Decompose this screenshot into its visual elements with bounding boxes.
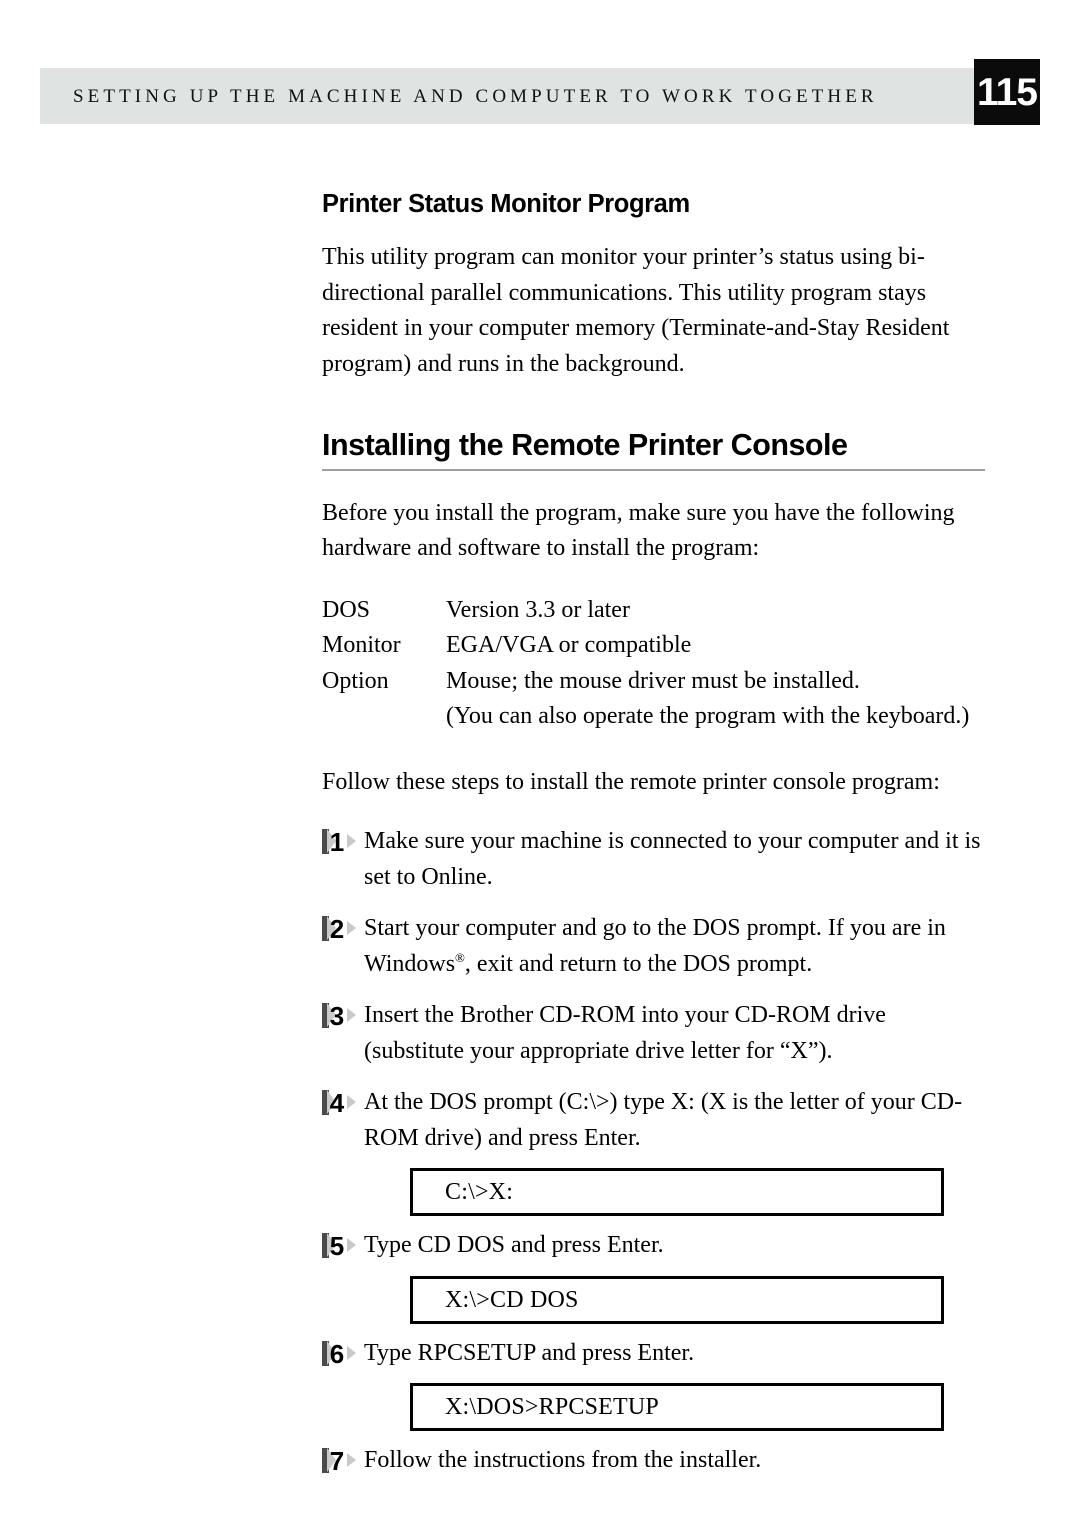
step-text-after: , exit and return to the DOS prompt. xyxy=(464,950,813,977)
dos-command-text: X:\>CD DOS xyxy=(445,1286,579,1313)
step-text: Make sure your machine is connected to y… xyxy=(364,828,981,890)
remote-console-section: Installing the Remote Printer Console xyxy=(322,428,988,471)
requirement-value: (You can also operate the program with t… xyxy=(446,703,970,730)
requirement-value: Version 3.3 or later xyxy=(446,596,630,623)
installation-steps: 1 Make sure your machine is connected to… xyxy=(322,824,988,1479)
step-number-marker-icon: 5 xyxy=(322,1231,360,1261)
step-number: 6 xyxy=(329,1338,345,1369)
step-number: 5 xyxy=(329,1231,345,1262)
page-content: Printer Status Monitor Program This util… xyxy=(322,190,988,1495)
dos-command-text: C:\>X: xyxy=(445,1179,514,1206)
list-item: 5 Type CD DOS and press Enter. xyxy=(322,1228,988,1264)
step-text: Start your computer and go to the DOS pr… xyxy=(364,915,946,977)
printer-status-monitor-paragraph: This utility program can monitor your pr… xyxy=(322,244,950,377)
dos-command-box: X:\DOS>RPCSETUP xyxy=(410,1383,944,1432)
step-text: Follow the instructions from the install… xyxy=(364,1447,762,1474)
list-item: 2 Start your computer and go to the DOS … xyxy=(322,911,988,982)
list-item: 3 Insert the Brother CD-ROM into your CD… xyxy=(322,998,988,1069)
step-text: At the DOS prompt (C:\>) type X: (X is t… xyxy=(364,1089,963,1151)
printer-status-monitor-heading: Printer Status Monitor Program xyxy=(322,190,690,218)
requirement-label: DOS xyxy=(322,596,371,623)
requirement-label xyxy=(322,699,446,735)
registered-mark-icon: ® xyxy=(455,949,465,965)
step-number-marker-icon: 6 xyxy=(322,1339,360,1369)
step-number: 4 xyxy=(329,1088,345,1119)
steps-intro: Follow these steps to install the remote… xyxy=(322,768,940,795)
step-text: Type CD DOS and press Enter. xyxy=(364,1232,664,1259)
list-item: 7 Follow the instructions from the insta… xyxy=(322,1443,988,1479)
step-number-marker-icon: 7 xyxy=(322,1446,360,1476)
table-row: DOS Version 3.3 or later xyxy=(322,593,969,629)
step-number-marker-icon: 3 xyxy=(322,1001,360,1031)
remote-console-heading: Installing the Remote Printer Console xyxy=(322,428,848,463)
step-number-marker-icon: 2 xyxy=(322,914,360,944)
remote-console-intro: Before you install the program, make sur… xyxy=(322,499,955,562)
step-number: 3 xyxy=(329,1001,345,1032)
step-number-marker-icon: 4 xyxy=(322,1088,360,1118)
table-row: Monitor EGA/VGA or compatible xyxy=(322,628,969,664)
table-row: Option Mouse; the mouse driver must be i… xyxy=(322,664,969,700)
list-item: 6 Type RPCSETUP and press Enter. xyxy=(322,1336,988,1372)
step-number: 7 xyxy=(329,1446,345,1477)
table-row: (You can also operate the program with t… xyxy=(322,699,969,735)
step-text: Insert the Brother CD-ROM into your CD-R… xyxy=(364,1002,886,1064)
list-item: 4 At the DOS prompt (C:\>) type X: (X is… xyxy=(322,1085,988,1156)
requirement-label: Option xyxy=(322,667,389,694)
dos-command-text: X:\DOS>RPCSETUP xyxy=(445,1394,659,1421)
step-number: 2 xyxy=(329,914,345,945)
running-header: SETTING UP THE MACHINE AND COMPUTER TO W… xyxy=(40,59,1040,125)
list-item: 1 Make sure your machine is connected to… xyxy=(322,824,988,895)
step-number: 1 xyxy=(329,827,345,858)
requirements-table: DOS Version 3.3 or later Monitor EGA/VGA… xyxy=(322,593,969,735)
page-number-badge: 115 xyxy=(974,59,1040,125)
page-number: 115 xyxy=(977,70,1038,114)
heading-divider xyxy=(322,468,985,471)
dos-command-box: X:\>CD DOS xyxy=(410,1275,944,1324)
running-header-title: SETTING UP THE MACHINE AND COMPUTER TO W… xyxy=(73,85,878,107)
step-text: Type RPCSETUP and press Enter. xyxy=(364,1339,695,1366)
step-number-marker-icon: 1 xyxy=(322,827,360,857)
requirement-value: EGA/VGA or compatible xyxy=(446,632,692,659)
requirement-label: Monitor xyxy=(322,632,401,659)
dos-command-box: C:\>X: xyxy=(410,1168,944,1217)
requirement-value: Mouse; the mouse driver must be installe… xyxy=(446,667,860,694)
